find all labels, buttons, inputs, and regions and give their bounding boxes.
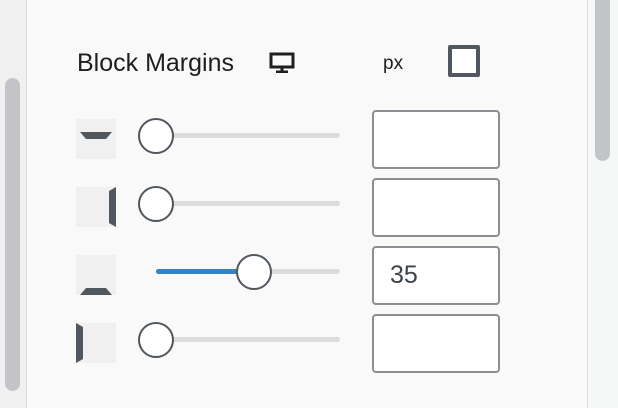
slider-track[interactable] [156,201,340,206]
margin-row-right [0,175,562,237]
margin-row-top [0,107,562,169]
margin-row-bottom [0,243,562,305]
margin-bottom-icon [76,255,116,295]
margin-right-input[interactable] [372,178,500,237]
margin-row-left [0,311,562,373]
margin-left-icon [76,323,116,363]
unit-selector[interactable]: px [383,52,403,76]
margin-top-icon [76,119,116,159]
margin-left-input[interactable] [372,314,500,373]
desktop-icon[interactable] [268,51,296,75]
all-sides-linked-icon[interactable] [448,45,480,77]
right-scrollbar-thumb[interactable] [595,0,610,161]
block-margins-title: Block Margins [77,49,234,77]
margin-right-icon [76,187,116,227]
slider-track[interactable] [156,337,340,342]
margin-bottom-slider-thumb[interactable] [235,254,272,290]
slider-track[interactable] [156,133,340,138]
margin-top-input[interactable] [372,110,500,169]
margin-left-slider-thumb[interactable] [138,322,174,358]
margin-top-slider-thumb[interactable] [138,118,174,154]
margin-bottom-input[interactable] [372,246,500,305]
margin-right-slider-thumb[interactable] [138,186,174,222]
right-scrollbar[interactable] [588,0,618,408]
